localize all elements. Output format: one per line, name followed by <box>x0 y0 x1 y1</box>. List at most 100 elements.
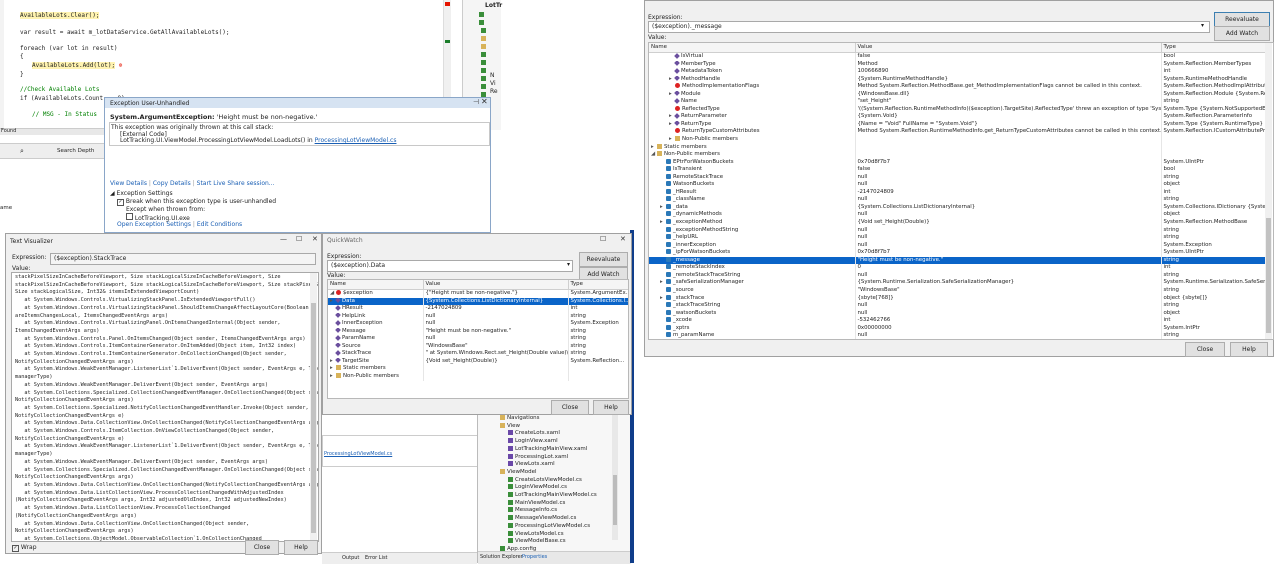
dropdown-chevron-icon[interactable]: ▾ <box>567 261 570 268</box>
watch-value[interactable]: {System.Runtime.Serialization.SafeSerial… <box>855 279 1162 287</box>
view-details-link[interactable]: View Details <box>110 180 147 187</box>
watch-row[interactable]: ▸ MethodHandle {System.RuntimeMethodHandle… <box>649 75 1266 84</box>
tree-node[interactable] <box>481 27 488 34</box>
minimize-icon[interactable]: — <box>280 235 287 243</box>
watch-row[interactable]: ▸ _stackTrace {sbyte[768]} object {sbyte[]} <box>649 294 1266 303</box>
watch-row[interactable]: EPtrForWatsonBuckets 0x70d8f7b7 System.UIn… <box>649 158 1266 167</box>
tree-node[interactable] <box>479 19 486 26</box>
watch-value[interactable]: null <box>855 332 1162 339</box>
watch-row[interactable]: _watsonBuckets null object <box>649 309 1266 318</box>
open-exception-settings-link[interactable]: Open Exception Settings <box>117 221 191 228</box>
expression-input[interactable]: ($exception)._message <box>648 21 1210 33</box>
scroll-thumb[interactable] <box>311 303 316 533</box>
code-line[interactable]: //Check Available Lots <box>20 86 99 93</box>
solution-item[interactable]: ViewModelBase.cs <box>508 538 566 544</box>
watch-value[interactable]: "WindowsBase" <box>855 286 1162 295</box>
watch-row[interactable]: Message "Height must be non-negative." str… <box>328 327 628 336</box>
solution-item[interactable]: LotTrackingMainViewModel.cs <box>508 492 597 498</box>
watch-row[interactable]: _remoteStackIndex 0 int <box>649 264 1266 272</box>
watch-value[interactable]: {WindowsBase.dll} <box>855 90 1162 99</box>
watch-value[interactable]: -2147024809 <box>855 188 1162 197</box>
solution-item[interactable]: MessageInfo.cs <box>508 507 557 513</box>
watch-value[interactable]: "set_Height" <box>855 98 1162 106</box>
watch-value[interactable]: "WindowsBase" <box>423 342 569 351</box>
watch-value[interactable]: -2147024809 <box>423 305 569 313</box>
watch-value[interactable]: null <box>855 302 1162 310</box>
close-icon[interactable]: ✕ <box>481 97 488 106</box>
watch-value[interactable]: false <box>855 52 1162 61</box>
code-line[interactable]: AvailableLots.Add(lot); ⊗ <box>32 62 122 69</box>
code-line[interactable]: var result = await m_lotDataService.GetA… <box>20 29 230 36</box>
expression-input[interactable]: ($exception).Data <box>327 260 573 272</box>
watch-row[interactable]: StackTrace " at System.Windows.Rect.set_H… <box>328 350 628 358</box>
watch-value[interactable]: " at System.Windows.Rect.set_Height(Doub… <box>423 350 569 358</box>
watch-value[interactable]: null <box>855 196 1162 204</box>
watch-value[interactable] <box>423 365 569 374</box>
solution-item[interactable]: MainViewModel.cs <box>508 499 565 506</box>
solution-item[interactable]: LoginViewModel.cs <box>508 484 567 490</box>
watch-row[interactable]: ParamName null string <box>328 335 628 343</box>
watch-row[interactable]: MemberType Method System.Reflection.Member… <box>649 60 1266 69</box>
watch-value[interactable]: null <box>423 335 569 343</box>
watch-row[interactable]: WatsonBuckets null object <box>649 181 1266 189</box>
solution-item[interactable]: ViewLots.xaml <box>508 461 555 467</box>
watch-value[interactable]: 0x70d8f7b7 <box>855 158 1162 167</box>
watch-value[interactable]: null <box>855 181 1162 189</box>
code-line[interactable]: } <box>20 71 24 78</box>
solution-item[interactable]: LotTrackingMainView.xaml <box>508 445 587 452</box>
add-watch-button[interactable]: Add Watch <box>1214 26 1270 41</box>
watch-value[interactable]: 0x70d8f7b7 <box>855 249 1162 257</box>
watch-row[interactable]: _dynamicMethods null object <box>649 211 1266 220</box>
textarea-scrollbar[interactable] <box>310 273 317 541</box>
watch-value[interactable] <box>855 143 1162 152</box>
solution-item[interactable]: ViewModel <box>500 468 537 475</box>
watch-value[interactable]: 100666890 <box>855 68 1162 76</box>
watch-row[interactable]: ReturnTypeCustomAttributes Method System.… <box>649 128 1266 137</box>
pin-icon[interactable]: ⊣ <box>473 98 479 106</box>
help-button[interactable]: Help <box>593 400 629 415</box>
solution-item[interactable]: ProcessingLotViewModel.cs <box>508 522 590 529</box>
watch-row[interactable]: ReflectedType '((System.Reflection.Runtim… <box>649 105 1266 114</box>
watch-row[interactable]: _ipForWatsonBuckets 0x70d8f7b7 System.UInt… <box>649 249 1266 257</box>
column-header-type[interactable]: Type <box>568 280 628 290</box>
tree-node[interactable] <box>481 83 488 90</box>
watch-row[interactable]: IsVirtual false bool <box>649 52 1266 61</box>
maximize-icon[interactable]: ☐ <box>296 235 302 243</box>
watch-value[interactable]: {Name = "Void" FullName = "System.Void"} <box>855 120 1162 129</box>
watch-value[interactable]: null <box>855 309 1162 318</box>
watch-row[interactable]: ◢ $exception {"Height must be non-negative… <box>328 289 628 298</box>
watch-row[interactable]: ▸ Non-Public members <box>328 373 628 381</box>
solution-item[interactable]: CreateLotsViewModel.cs <box>508 476 582 483</box>
code-line[interactable]: { <box>20 53 24 60</box>
watch-value[interactable]: false <box>855 166 1162 174</box>
code-line[interactable]: foreach (var lot in result) <box>20 45 118 52</box>
break-when-checkbox[interactable]: ✓ Break when this exception type is user… <box>117 198 276 206</box>
watch-value[interactable]: {Void set_Height(Double)} <box>855 219 1162 227</box>
watch-value[interactable]: null <box>855 234 1162 242</box>
dropdown-chevron-icon[interactable]: ▾ <box>1201 22 1204 29</box>
watch-value[interactable]: '((System.Reflection.RuntimeMethodInfo)(… <box>855 105 1162 114</box>
watch-row[interactable]: Name "set_Height" string <box>649 98 1266 106</box>
watch-value[interactable]: Method <box>855 60 1162 69</box>
column-header-name[interactable]: Name <box>328 280 424 290</box>
watch-value[interactable]: null <box>855 226 1162 235</box>
scroll-thumb[interactable] <box>1266 218 1271 333</box>
live-share-link[interactable]: Start Live Share session... <box>197 180 275 187</box>
grid-scrollbar[interactable] <box>1265 43 1272 339</box>
help-button[interactable]: Help <box>1230 342 1268 357</box>
maximize-icon[interactable]: ☐ <box>600 235 606 243</box>
column-header-value[interactable]: Value <box>855 43 1162 53</box>
watch-value[interactable] <box>423 373 569 381</box>
solution-explorer-tab[interactable]: Solution Explorer <box>480 554 523 560</box>
watch-row[interactable]: ▸ _safeSerializationManager {System.Runtim… <box>649 279 1266 287</box>
watch-row[interactable]: HResult -2147024809 int <box>328 305 628 313</box>
file-link[interactable]: ProcessingLotViewModel.cs <box>315 137 397 144</box>
watch-row[interactable]: _HResult -2147024809 int <box>649 188 1266 197</box>
value-textarea[interactable]: stackPixelSizeInCacheBeforeViewport, Siz… <box>11 272 319 542</box>
solution-item[interactable]: LoginView.xaml <box>508 438 558 444</box>
properties-tab[interactable]: Properties <box>522 554 547 560</box>
code-line[interactable]: AvailableLots.Clear(); <box>20 12 100 19</box>
watch-row[interactable]: ▸ _exceptionMethod {Void set_Height(Double… <box>649 219 1266 227</box>
tree-node[interactable] <box>481 59 488 66</box>
watch-row[interactable]: HelpLink null string <box>328 312 628 321</box>
